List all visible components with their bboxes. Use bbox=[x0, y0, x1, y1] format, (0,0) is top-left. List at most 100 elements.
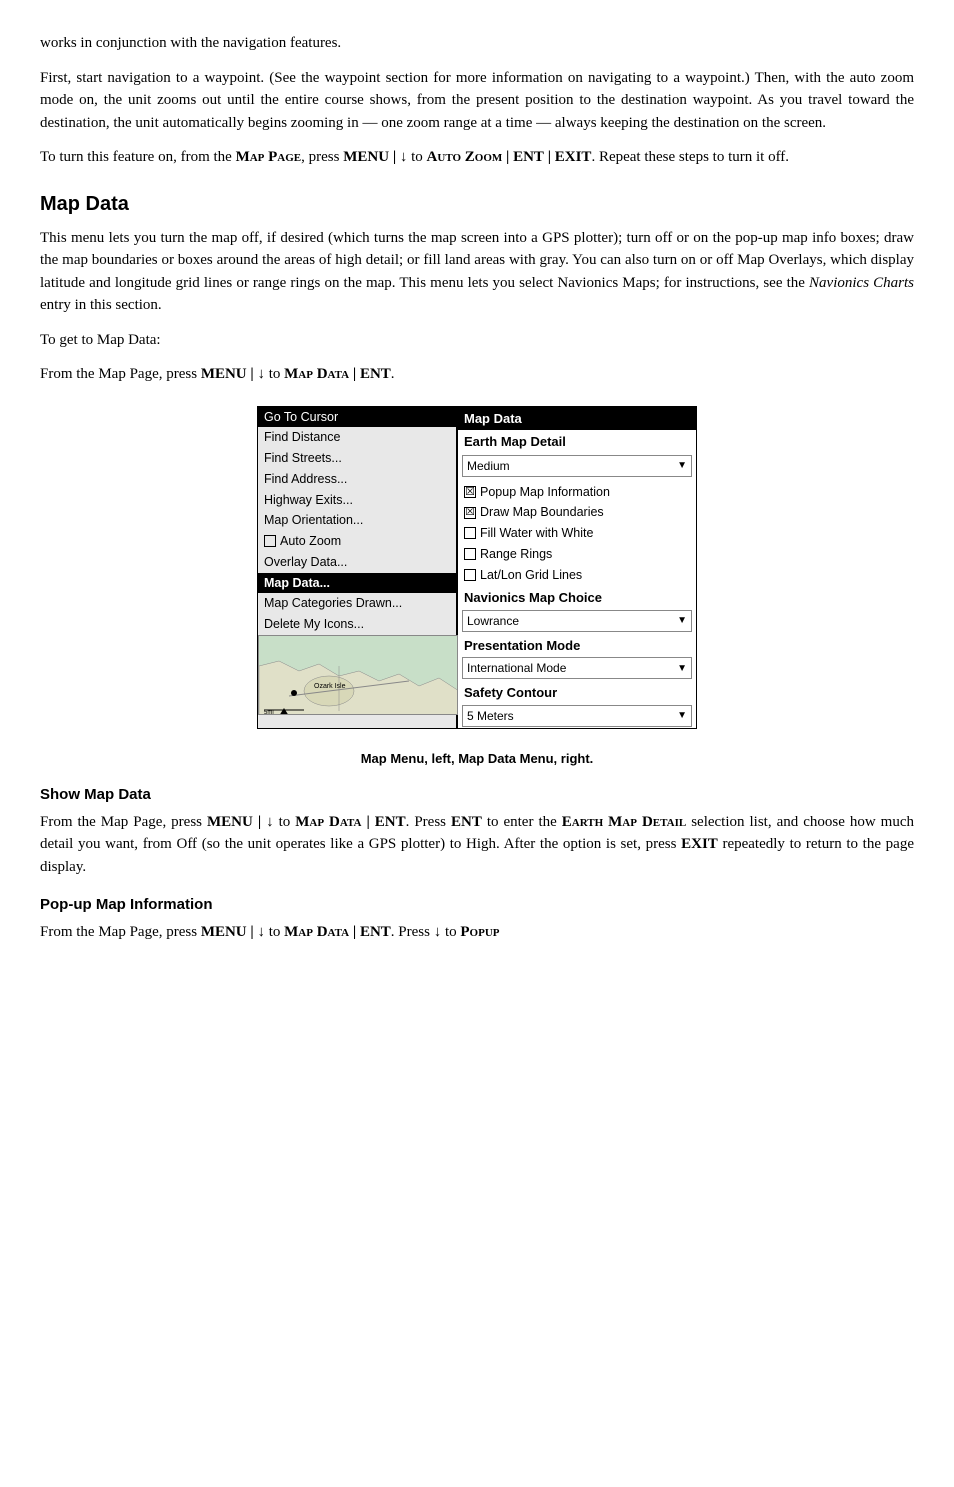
draw-map-label: Draw Map Boundaries bbox=[480, 503, 604, 522]
paragraph-5-line1: To get to Map Data: bbox=[40, 329, 914, 352]
sub2-pipe1: | bbox=[247, 924, 258, 940]
presentation-dropdown[interactable]: International Mode ▼ bbox=[462, 657, 692, 679]
sub2-pipe2: | bbox=[349, 924, 360, 940]
left-menu-item-find-distance: Find Distance bbox=[258, 427, 456, 448]
p3-pipe3: | bbox=[544, 149, 555, 165]
earth-map-detail-label: Earth Map Detail bbox=[458, 430, 696, 454]
navionics-label: Navionics Map Choice bbox=[458, 585, 696, 609]
left-menu-item-overlay-data: Overlay Data... bbox=[258, 552, 456, 573]
fill-water-checkbox bbox=[464, 527, 476, 539]
svg-text:Ozark Isle: Ozark Isle bbox=[314, 683, 346, 690]
checkbox-fill-water: Fill Water with White bbox=[458, 523, 696, 544]
safety-dropdown-value: 5 Meters bbox=[467, 707, 514, 725]
sub1-paragraph: From the Map Page, press MENU | ↓ to Map… bbox=[40, 811, 914, 879]
detail-dropdown[interactable]: Medium ▼ bbox=[462, 455, 692, 477]
right-menu: Map Data Earth Map Detail Medium ▼ ☒ Pop… bbox=[457, 406, 697, 729]
p5-to: to bbox=[265, 366, 284, 382]
p3-pipe1: | bbox=[389, 149, 400, 165]
sub1-menu: MENU bbox=[207, 814, 253, 830]
p5-mapdata: Map Data bbox=[284, 366, 349, 382]
presentation-dropdown-value: International Mode bbox=[467, 659, 566, 677]
checkbox-latlon: Lat/Lon Grid Lines bbox=[458, 565, 696, 586]
sub1-pipe2: | bbox=[361, 814, 374, 830]
sub1-ent2: ENT bbox=[451, 814, 482, 830]
sub2-ent: ENT bbox=[360, 924, 391, 940]
presentation-label: Presentation Mode bbox=[458, 633, 696, 657]
menu-figures-container: Go To Cursor Find Distance Find Streets.… bbox=[197, 406, 757, 729]
p5-pipe2: | bbox=[349, 366, 360, 382]
checkbox-draw-map: ☒ Draw Map Boundaries bbox=[458, 502, 696, 523]
p5-period: . bbox=[391, 366, 395, 382]
left-menu-item-find-address: Find Address... bbox=[258, 469, 456, 490]
presentation-dropdown-arrow: ▼ bbox=[677, 661, 687, 676]
sub-heading-show-map-data: Show Map Data bbox=[40, 784, 914, 807]
safety-dropdown[interactable]: 5 Meters ▼ bbox=[462, 705, 692, 727]
popup-map-label: Popup Map Information bbox=[480, 483, 610, 502]
sub2-popup: Popup bbox=[460, 924, 499, 940]
sub2-from: From the Map Page, press bbox=[40, 924, 201, 940]
p3-ent: ENT bbox=[513, 149, 544, 165]
p5-from: From the Map Page, press bbox=[40, 366, 201, 382]
paragraph-5-line2: From the Map Page, press MENU | ↓ to Map… bbox=[40, 363, 914, 386]
p4-post: entry in this section. bbox=[40, 297, 162, 313]
p3-pipe2: | bbox=[502, 149, 513, 165]
p4-main: This menu lets you turn the map off, if … bbox=[40, 230, 914, 291]
paragraph-3: To turn this feature on, from the Map Pa… bbox=[40, 146, 914, 169]
navionics-dropdown-arrow: ▼ bbox=[677, 613, 687, 628]
sub1-down: ↓ bbox=[266, 814, 274, 830]
sub2-down: ↓ bbox=[257, 924, 265, 940]
p4-italic: Navionics Charts bbox=[809, 275, 914, 291]
popup-map-checkbox: ☒ bbox=[464, 486, 476, 498]
mini-map: Ozark Isle 5mi bbox=[258, 635, 458, 715]
safety-contour-label: Safety Contour bbox=[458, 680, 696, 704]
checkbox-range-rings: Range Rings bbox=[458, 544, 696, 565]
sub1-mid: . Press bbox=[406, 814, 451, 830]
sub1-earth-detail: Earth Map Detail bbox=[562, 814, 686, 830]
left-menu: Go To Cursor Find Distance Find Streets.… bbox=[257, 406, 457, 729]
p3-mid: , press bbox=[301, 149, 343, 165]
p5-menu: MENU bbox=[201, 366, 247, 382]
sub1-exit: EXIT bbox=[681, 836, 718, 852]
sub2-to: to bbox=[265, 924, 284, 940]
draw-map-checkbox: ☒ bbox=[464, 507, 476, 519]
p3-pre: To turn this feature on, from the bbox=[40, 149, 236, 165]
section-heading-map-data: Map Data bbox=[40, 189, 914, 219]
sub-heading-popup-map: Pop-up Map Information bbox=[40, 894, 914, 917]
sub1-ent1: ENT bbox=[375, 814, 406, 830]
p3-post: . Repeat these steps to turn it off. bbox=[591, 149, 789, 165]
fill-water-label: Fill Water with White bbox=[480, 524, 593, 543]
left-menu-title: Go To Cursor bbox=[258, 407, 456, 428]
left-menu-item-delete-icons: Delete My Icons... bbox=[258, 614, 456, 635]
range-rings-label: Range Rings bbox=[480, 545, 552, 564]
safety-dropdown-arrow: ▼ bbox=[677, 708, 687, 723]
navionics-dropdown-value: Lowrance bbox=[467, 612, 519, 630]
sub1-pipe1: | bbox=[253, 814, 266, 830]
detail-dropdown-value: Medium bbox=[467, 457, 510, 475]
p3-exit: EXIT bbox=[555, 149, 592, 165]
mini-map-svg: Ozark Isle 5mi bbox=[259, 636, 458, 715]
p3-autozoom: Auto Zoom bbox=[427, 149, 503, 165]
paragraph-2: First, start navigation to a waypoint. (… bbox=[40, 67, 914, 135]
checkbox-popup-map: ☒ Popup Map Information bbox=[458, 482, 696, 503]
left-menu-item-find-streets: Find Streets... bbox=[258, 448, 456, 469]
sub2-to2: to bbox=[441, 924, 460, 940]
p5-ent: ENT bbox=[360, 366, 391, 382]
left-menu-item-auto-zoom: Auto Zoom bbox=[258, 531, 456, 552]
p5-down: ↓ bbox=[257, 366, 265, 382]
sub2-mid: . Press bbox=[391, 924, 434, 940]
sub2-paragraph: From the Map Page, press MENU | ↓ to Map… bbox=[40, 921, 914, 944]
figure-caption: Map Menu, left, Map Data Menu, right. bbox=[40, 749, 914, 769]
sub1-mapdata: Map Data bbox=[295, 814, 361, 830]
sub1-from: From the Map Page, press bbox=[40, 814, 207, 830]
sub1-to-enter: to enter the bbox=[482, 814, 562, 830]
svg-text:5mi: 5mi bbox=[264, 710, 274, 715]
auto-zoom-label: Auto Zoom bbox=[280, 532, 341, 551]
sub2-mapdata: Map Data bbox=[284, 924, 349, 940]
p3-map-page: Map Page bbox=[236, 149, 302, 165]
auto-zoom-checkbox bbox=[264, 535, 276, 547]
left-menu-item-map-data: Map Data... bbox=[258, 573, 456, 594]
latlon-label: Lat/Lon Grid Lines bbox=[480, 566, 582, 585]
navionics-dropdown[interactable]: Lowrance ▼ bbox=[462, 610, 692, 632]
p3-to: to bbox=[407, 149, 426, 165]
p5-pipe1: | bbox=[247, 366, 258, 382]
